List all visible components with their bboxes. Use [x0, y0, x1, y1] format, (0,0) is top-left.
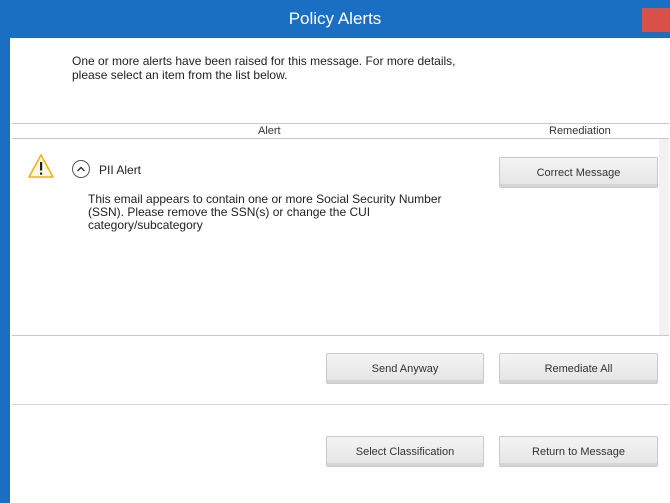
alert-description: This email appears to contain one or mor…	[88, 192, 442, 232]
title-bar: Policy Alerts	[0, 0, 670, 38]
warning-triangle-icon	[28, 154, 54, 178]
column-header-remediation: Remediation	[549, 125, 611, 137]
section-divider	[12, 404, 669, 405]
send-anyway-button[interactable]: Send Anyway	[326, 353, 484, 384]
section-divider	[12, 335, 669, 336]
alert-title[interactable]: PII Alert	[99, 163, 141, 177]
close-button[interactable]	[642, 8, 670, 32]
window-title: Policy Alerts	[288, 9, 382, 28]
column-header-alert: Alert	[258, 125, 281, 137]
return-to-message-button[interactable]: Return to Message	[499, 436, 658, 467]
select-classification-button[interactable]: Select Classification	[326, 436, 484, 467]
intro-message: One or more alerts have been raised for …	[72, 54, 456, 82]
table-header-top-divider	[12, 123, 669, 124]
remediate-all-button[interactable]: Remediate All	[499, 353, 658, 384]
expand-alert-button[interactable]	[72, 160, 90, 178]
table-header-bottom-divider	[12, 138, 669, 139]
alert-list-scrollbar[interactable]	[659, 139, 669, 335]
window-left-border	[0, 0, 10, 503]
chevron-up-icon	[77, 166, 85, 172]
correct-message-button[interactable]: Correct Message	[499, 157, 658, 188]
